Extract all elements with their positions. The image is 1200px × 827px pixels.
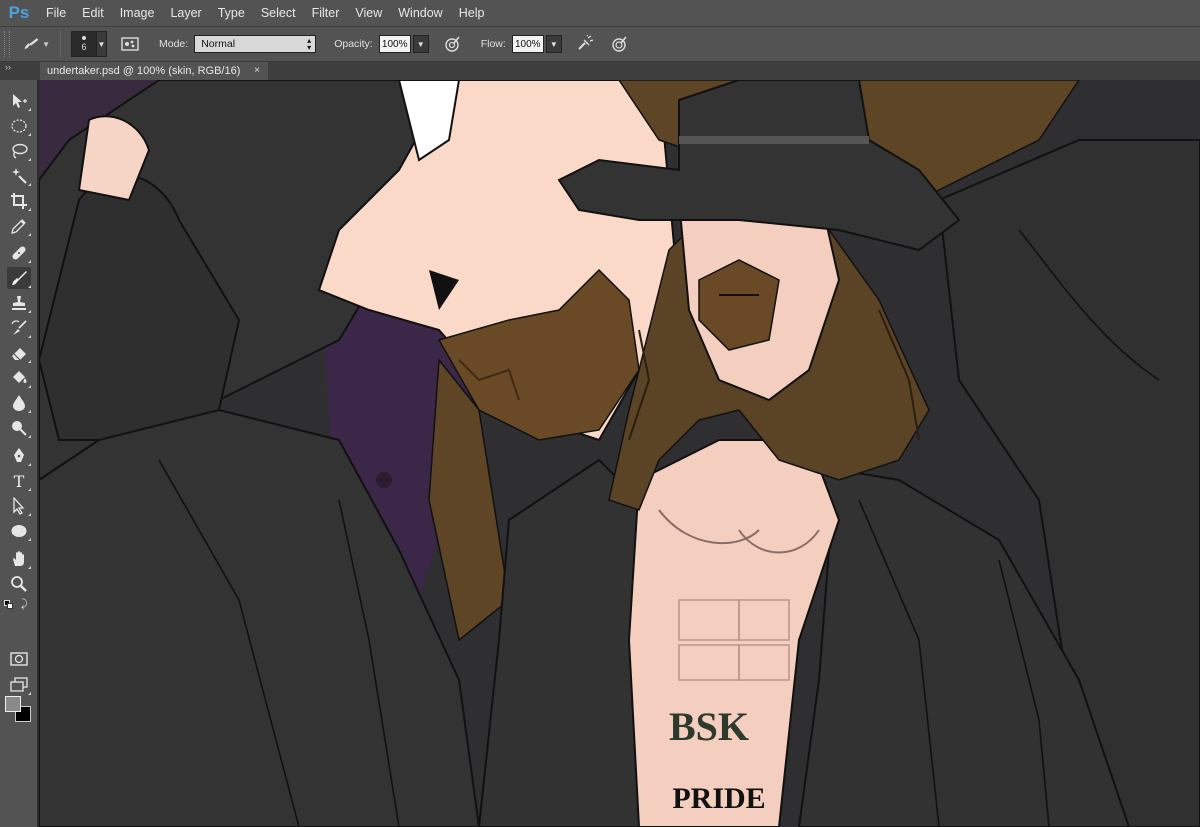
blur-tool-icon [13, 395, 25, 411]
updown-arrows-icon: ▴ ▾ [307, 36, 312, 52]
history-brush-tool[interactable] [7, 317, 31, 339]
zoom-tool[interactable] [7, 573, 31, 595]
eraser-tool[interactable] [7, 342, 31, 364]
menu-edit[interactable]: Edit [74, 0, 112, 26]
document-canvas[interactable]: BSK PRIDE [39, 80, 1200, 827]
close-icon[interactable]: × [254, 62, 260, 80]
brush-panel-icon [121, 37, 139, 51]
chevron-down-icon: ▼ [42, 39, 50, 49]
screen-mode-icon [10, 677, 28, 692]
move-tool-icon [13, 94, 27, 108]
menu-bar: Ps File Edit Image Layer Type Select Fil… [0, 0, 1200, 26]
brush-size-value: 6 [81, 42, 87, 52]
flow-slider-button[interactable]: ▼ [545, 35, 562, 53]
quick-mask-icon [10, 652, 28, 666]
airbrush-toggle[interactable] [574, 33, 596, 55]
opacity-input[interactable]: 100% [378, 35, 411, 53]
crop-tool-icon [11, 193, 27, 209]
menu-image[interactable]: Image [112, 0, 163, 26]
marquee-tool[interactable] [7, 115, 31, 137]
pen-tool[interactable] [7, 445, 31, 467]
healing-brush-tool-icon [12, 246, 26, 260]
type-tool-icon: T [13, 471, 25, 491]
brush-tool-icon [24, 38, 39, 49]
pressure-size-icon [612, 36, 627, 52]
eyedropper-tool[interactable] [7, 215, 31, 237]
options-bar: ▼ 6 ▼ Mode: Normal ▴ ▾ Opacity: 100% ▼ Fl… [0, 26, 1200, 62]
path-selection-tool[interactable] [7, 495, 31, 517]
menu-select[interactable]: Select [253, 0, 304, 26]
path-selection-tool-icon [13, 497, 25, 515]
flow-input[interactable]: 100% [511, 35, 544, 53]
eyedropper-tool-icon [11, 219, 26, 234]
tools-panel: T ⤸ [0, 80, 38, 827]
quick-mask-button[interactable] [7, 648, 31, 670]
blur-tool[interactable] [7, 392, 31, 414]
options-bar-grip[interactable] [4, 31, 10, 57]
move-tool[interactable] [7, 90, 31, 112]
lasso-tool-icon [12, 143, 28, 159]
pressure-opacity-icon [445, 36, 460, 52]
pen-tool-icon [14, 448, 24, 462]
flow-label: Flow: [480, 38, 506, 50]
eraser-tool-icon [12, 348, 26, 361]
healing-brush-tool[interactable] [7, 242, 31, 264]
pressure-opacity-toggle[interactable] [441, 33, 463, 55]
blend-mode-value: Normal [201, 38, 236, 50]
toggle-brush-panel-button[interactable] [119, 33, 141, 55]
hand-tool-icon [13, 551, 24, 566]
menu-type[interactable]: Type [210, 0, 253, 26]
menu-window[interactable]: Window [390, 0, 450, 26]
clone-stamp-tool-icon [12, 296, 26, 310]
tattoo-text: PRIDE [672, 782, 765, 815]
opacity-label: Opacity: [334, 38, 373, 50]
history-brush-tool-icon [11, 320, 27, 335]
elliptical-marquee-tool-icon [11, 119, 27, 133]
divider [60, 31, 61, 57]
hand-tool[interactable] [7, 548, 31, 570]
tool-preset-picker[interactable]: ▼ [22, 31, 50, 57]
screen-mode-button[interactable] [7, 674, 31, 696]
paint-bucket-tool[interactable] [7, 367, 31, 389]
photoshop-logo: Ps [8, 3, 30, 22]
clone-stamp-tool[interactable] [7, 292, 31, 314]
menu-layer[interactable]: Layer [162, 0, 209, 26]
blend-mode-select[interactable]: Normal ▴ ▾ [194, 35, 317, 53]
zoom-tool-icon [11, 576, 27, 592]
menu-file[interactable]: File [38, 0, 74, 26]
menu-help[interactable]: Help [451, 0, 493, 26]
document-tab-title: undertaker.psd @ 100% (skin, RGB/16) [47, 65, 241, 77]
mode-label: Mode: [159, 38, 189, 50]
document-tab[interactable]: undertaker.psd @ 100% (skin, RGB/16) × [40, 62, 268, 80]
pressure-size-toggle[interactable] [608, 33, 630, 55]
tattoo-letters: BSK [669, 704, 749, 749]
paint-bucket-tool-icon [13, 371, 27, 383]
menu-filter[interactable]: Filter [304, 0, 348, 26]
ellipse-tool[interactable] [7, 520, 31, 542]
brush-size-picker[interactable]: 6 [71, 31, 97, 57]
collapse-panel-icon[interactable]: ›› [5, 62, 11, 72]
foreground-color-swatch[interactable] [5, 696, 21, 712]
brush-picker-dropdown-button[interactable]: ▼ [97, 31, 107, 57]
crop-tool[interactable] [7, 190, 31, 212]
brush-tip-icon [82, 36, 86, 40]
airbrush-icon [578, 35, 593, 50]
brush-tool[interactable] [7, 267, 31, 289]
swap-colors-icon[interactable]: ⤸ [21, 598, 28, 611]
menu-view[interactable]: View [347, 0, 390, 26]
dodge-tool[interactable] [7, 417, 31, 439]
opacity-slider-button[interactable]: ▼ [412, 35, 429, 53]
brush-tool-icon [12, 271, 27, 285]
document-tab-bar: undertaker.psd @ 100% (skin, RGB/16) × [0, 62, 1200, 80]
lasso-tool[interactable] [7, 140, 31, 162]
magic-wand-tool[interactable] [7, 165, 31, 187]
dodge-tool-icon [12, 421, 27, 436]
magic-wand-tool-icon [12, 168, 27, 184]
default-colors-icon[interactable] [4, 600, 14, 610]
type-tool[interactable]: T [7, 470, 31, 492]
ellipse-tool-icon [11, 525, 27, 537]
artwork-illustration: BSK PRIDE [39, 80, 1200, 827]
